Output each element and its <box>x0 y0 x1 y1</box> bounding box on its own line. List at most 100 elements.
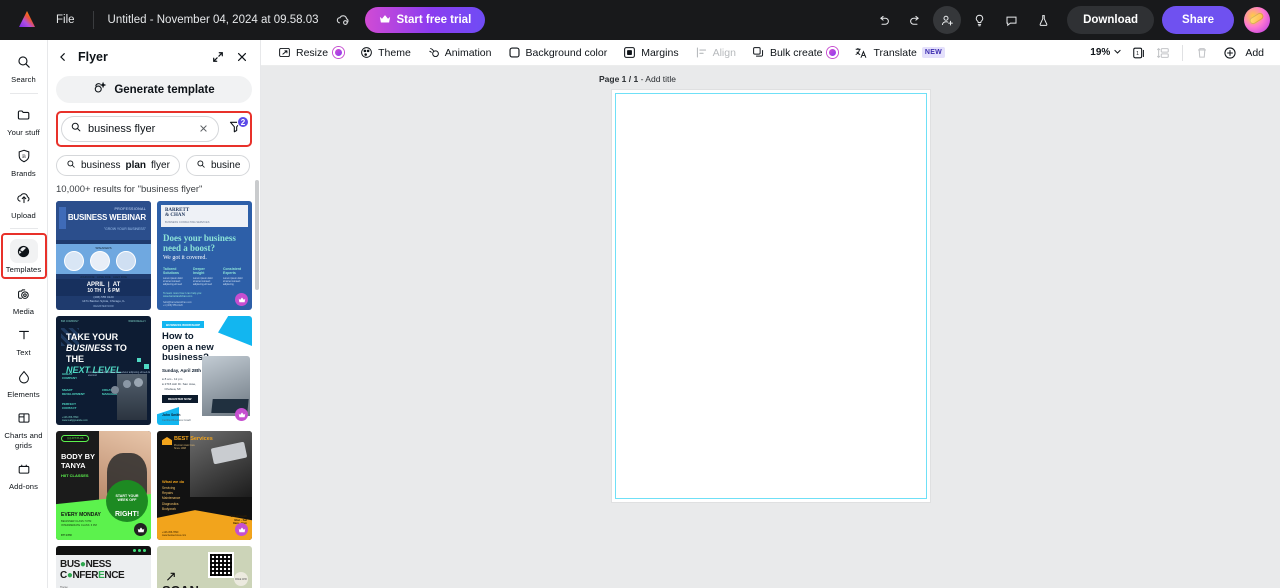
sidebar-item-add-ons[interactable]: Add-ons <box>2 453 46 495</box>
redo-icon[interactable] <box>901 6 929 34</box>
sidebar-label: Your stuff <box>7 127 40 137</box>
template-card[interactable]: BEST Services Premium Auto Care Since 199… <box>157 431 252 540</box>
filter-count-badge: 2 <box>237 116 249 128</box>
align-icon <box>695 46 708 59</box>
expand-icon[interactable] <box>208 47 228 67</box>
tool-label: Align <box>712 46 736 59</box>
square-icon <box>508 46 521 59</box>
add-label: Add <box>1245 46 1264 59</box>
trial-label: Start free trial <box>396 14 472 26</box>
flask-icon[interactable] <box>1029 6 1057 34</box>
background-color-button[interactable]: Background color <box>501 42 615 64</box>
sidebar-item-your-stuff[interactable]: Your stuff <box>2 99 46 141</box>
page-title-placeholder: - Add title <box>638 74 677 84</box>
sidebar-item-search[interactable]: Search <box>2 46 46 88</box>
page-label[interactable]: Page 1 / 1 - Add title <box>599 74 676 84</box>
canva-editor-window: File Untitled - November 04, 2024 at 09.… <box>0 0 1280 588</box>
comment-icon[interactable] <box>997 6 1025 34</box>
user-avatar[interactable] <box>1244 7 1270 33</box>
bulk-create-button[interactable]: Bulk create <box>745 42 846 64</box>
sidebar-label: Search <box>11 75 36 84</box>
sidebar-item-elements[interactable]: Elements <box>2 361 46 403</box>
sidebar-item-upload[interactable]: Upload <box>2 182 46 224</box>
suggestion-chip[interactable]: busine <box>185 155 251 176</box>
tool-label: Resize <box>296 46 329 59</box>
zoom-control[interactable]: 19% <box>1086 47 1126 59</box>
clear-search-icon[interactable] <box>197 122 210 136</box>
results-count: 10,000+ results for "business flyer" <box>56 184 203 195</box>
download-button[interactable]: Download <box>1067 6 1155 34</box>
sidebar-item-media[interactable]: Media <box>2 278 46 320</box>
sidebar-label: Text <box>16 348 31 357</box>
tool-label: Margins <box>641 46 679 59</box>
file-menu-button[interactable]: File <box>46 10 85 30</box>
margins-icon <box>623 46 636 59</box>
suggestion-chip[interactable]: business plan flyer <box>56 155 180 176</box>
template-card[interactable]: PROFESSIONAL BUSINESS WEBINAR "GROW YOUR… <box>56 201 151 310</box>
templates-panel: Flyer Generate template business flyer 2… <box>48 40 261 588</box>
topbar-divider <box>92 11 94 29</box>
canvas-area[interactable]: Page 1 / 1 - Add title <box>261 66 1280 588</box>
sidebar-label: Charts and grids <box>4 431 43 450</box>
svg-text:1: 1 <box>1136 51 1139 57</box>
sidebar-label: Brands <box>11 169 36 178</box>
close-icon[interactable] <box>232 47 252 67</box>
folder-icon <box>11 104 37 126</box>
search-row-highlighted: business flyer 2 <box>56 111 252 147</box>
search-icon <box>70 120 82 138</box>
search-icon <box>196 159 206 172</box>
pro-badge-icon <box>333 47 345 58</box>
search-value: business flyer <box>88 123 156 135</box>
page-count-icon[interactable]: 1 <box>1128 42 1150 64</box>
media-icon <box>11 283 37 305</box>
pro-crown-badge <box>235 408 248 421</box>
tool-label: Bulk create <box>769 46 823 59</box>
cloud-sync-icon[interactable] <box>335 12 351 28</box>
page-number: Page 1 / 1 <box>599 74 639 84</box>
template-card[interactable]: ↗ SCAN FREE WIFI <box>157 546 252 588</box>
template-card[interactable]: BUS●NESSC●NFERENCE Theme:Embracing Disru… <box>56 546 151 588</box>
sidebar-item-text[interactable]: Text <box>2 319 46 361</box>
animation-button[interactable]: Animation <box>420 42 499 64</box>
sidebar-item-charts-and-grids[interactable]: Charts and grids <box>2 402 46 453</box>
design-page[interactable] <box>611 90 930 502</box>
generate-template-button[interactable]: Generate template <box>56 76 252 103</box>
sidebar-label: Elements <box>7 389 40 399</box>
template-card[interactable]: ((•)) FIT PLUS BODY BY TANYA HIIT CLASSES… <box>56 431 151 540</box>
templates-icon <box>9 239 38 263</box>
translate-button[interactable]: Translate NEW <box>847 42 952 64</box>
pro-crown-badge <box>134 523 147 536</box>
template-card[interactable]: BARRETT & CHAN BUSINESS CONSULTING SERVIC… <box>157 201 252 310</box>
template-card[interactable]: BUSINESS WORKSHOP How to open a new busine… <box>157 316 252 425</box>
margins-button[interactable]: Margins <box>616 42 685 64</box>
brand-badge-icon: B <box>11 145 37 167</box>
undo-icon[interactable] <box>869 6 897 34</box>
add-page-button[interactable]: Add <box>1215 42 1270 64</box>
resize-button[interactable]: Resize <box>271 42 351 64</box>
charts-grids-icon <box>11 407 37 429</box>
editor-body: Search Your stuff B Brands Upload Templa… <box>0 40 1280 588</box>
zoom-value: 19% <box>1090 47 1111 58</box>
template-card[interactable]: BIZ COMPANY WWW.REALLY TAKE YOUR BUSINESS… <box>56 316 151 425</box>
panel-scrollbar[interactable] <box>255 180 259 290</box>
filter-button[interactable]: 2 <box>223 116 249 141</box>
search-input[interactable]: business flyer <box>61 116 219 142</box>
sidebar-label: Upload <box>11 210 36 220</box>
rail-divider <box>9 228 38 229</box>
animation-icon <box>427 46 440 59</box>
pro-badge-icon <box>827 47 839 58</box>
text-icon <box>11 324 37 346</box>
theme-button[interactable]: Theme <box>353 42 418 64</box>
add-collaborator-icon[interactable] <box>933 6 962 34</box>
page-selection-outline <box>614 93 927 499</box>
translate-icon <box>854 46 868 59</box>
sidebar-item-brands[interactable]: B Brands <box>2 140 46 182</box>
document-title[interactable]: Untitled - November 04, 2024 at 09.58.03 <box>102 10 325 30</box>
start-free-trial-button[interactable]: Start free trial <box>364 7 486 33</box>
share-button[interactable]: Share <box>1162 6 1234 34</box>
chevron-left-icon[interactable] <box>54 48 72 66</box>
pro-crown-badge <box>235 293 248 306</box>
lightbulb-icon[interactable] <box>965 6 993 34</box>
canva-logo-icon[interactable] <box>14 7 40 33</box>
sidebar-item-templates[interactable]: Templates <box>0 233 47 279</box>
